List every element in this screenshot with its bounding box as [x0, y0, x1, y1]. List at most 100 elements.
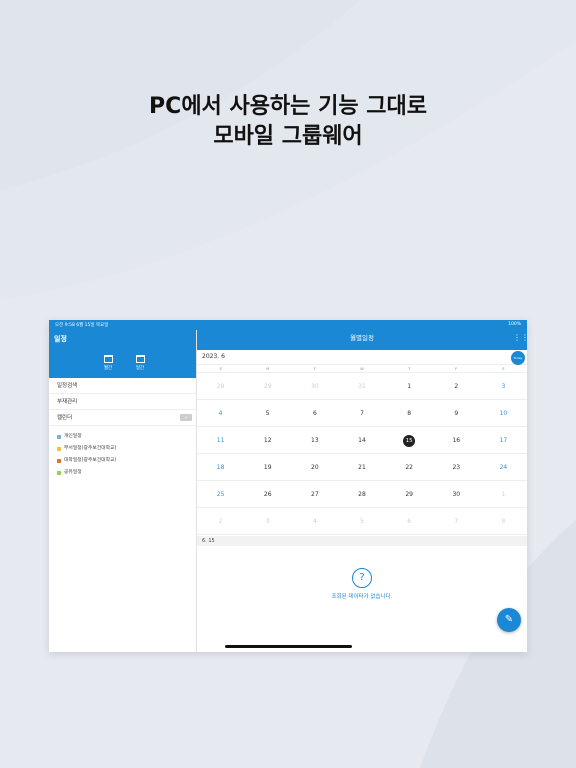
calendar-day-cell[interactable]: 6	[385, 508, 433, 535]
calendar-day-cell[interactable]: 23	[432, 454, 480, 481]
calendar-item-label: 개인일정	[64, 434, 82, 439]
calendar-day-cell[interactable]: 31	[338, 373, 386, 400]
headline-line1: PC에서 사용하는 기능 그대로	[149, 94, 427, 119]
selected-date-bar: 6. 15	[197, 536, 527, 546]
menu-item-search[interactable]: 일정검색	[49, 378, 196, 394]
weekday-label: M	[266, 367, 270, 371]
weekday-header: SMTWTFS	[197, 365, 527, 373]
color-swatch	[57, 435, 61, 439]
monthly-view-button[interactable]: 월간	[102, 355, 114, 371]
calendar-day-cell[interactable]: 8	[385, 400, 433, 427]
calendar-day-cell[interactable]: 21	[338, 454, 386, 481]
menu-item-absence[interactable]: 부재관리	[49, 394, 196, 410]
weekday-label: T	[313, 367, 316, 371]
sidebar: 일정 월간 일간 일정검색 부재관리 캘린더 + 개인일정 부서일정(광주보건대학…	[49, 330, 197, 652]
calendar-day-cell[interactable]: 16	[432, 427, 480, 454]
status-time: 오전 9:58 6월 15일 목요일	[55, 323, 109, 328]
weekday-label: S	[502, 367, 505, 371]
calendar-day-cell[interactable]: 9	[432, 400, 480, 427]
page-title: 월별일정	[350, 334, 374, 342]
calendar-day-cell[interactable]: 2	[197, 508, 245, 535]
month-label[interactable]: 2023. 6	[202, 353, 225, 360]
daily-view-button[interactable]: 일간	[134, 355, 146, 371]
sidebar-title: 일정	[54, 335, 67, 343]
pencil-icon: ✎	[504, 614, 514, 625]
main-panel: 월별일정 ⋮⋮⋮ 2023. 6 Today SMTWTFS 282930311…	[197, 330, 527, 652]
calendar-day-cell[interactable]: 17	[479, 427, 527, 454]
today-button[interactable]: Today	[511, 351, 525, 365]
empty-text: 조회된 데이터가 없습니다.	[331, 594, 393, 600]
daily-view-label: 일간	[135, 366, 145, 371]
calendar-day-cell[interactable]: 27	[291, 481, 339, 508]
menu-item-label: 부재관리	[57, 399, 78, 405]
calendar-icon	[103, 355, 113, 363]
calendar-day-cell[interactable]: 12	[244, 427, 292, 454]
calendar-day-cell[interactable]: 5	[338, 508, 386, 535]
calendar-day-cell[interactable]: 6	[291, 400, 339, 427]
calendar-day-cell[interactable]: 1	[479, 481, 527, 508]
color-swatch	[57, 447, 61, 451]
calendar-day-cell[interactable]: 15	[385, 427, 433, 454]
calendar-day-cell[interactable]: 28	[197, 373, 245, 400]
question-icon: ?	[352, 568, 372, 588]
menu-item-label: 캘린더	[57, 415, 73, 421]
calendar-day-cell[interactable]: 18	[197, 454, 245, 481]
headline: PC에서 사용하는 기능 그대로 모바일 그룹웨어	[0, 92, 576, 152]
calendar-day-cell[interactable]: 13	[291, 427, 339, 454]
calendar-day-cell[interactable]: 19	[244, 454, 292, 481]
weekday-label: S	[219, 367, 222, 371]
calendar-day-cell[interactable]: 30	[291, 373, 339, 400]
calendar-day-cell[interactable]: 29	[244, 373, 292, 400]
headline-line2: 모바일 그룹웨어	[213, 124, 363, 149]
calendar-day-cell[interactable]: 30	[432, 481, 480, 508]
calendar-item-dept[interactable]: 부서일정(광주보건대학교)	[49, 443, 196, 455]
main-header: 월별일정 ⋮⋮⋮	[197, 330, 527, 350]
calendar-day-cell[interactable]: 25	[197, 481, 245, 508]
weekday-label: F	[455, 367, 458, 371]
weekday-label: W	[360, 367, 364, 371]
calendar-list: 개인일정 부서일정(광주보건대학교) 대학일정(광주보건대학교) 공유일정	[49, 426, 196, 479]
calendar-day-cell[interactable]: 26	[244, 481, 292, 508]
calendar-day-cell[interactable]: 24	[479, 454, 527, 481]
color-swatch	[57, 471, 61, 475]
app-grid-icon[interactable]: ⋮⋮⋮	[513, 333, 527, 343]
calendar-day-icon	[135, 355, 145, 363]
calendar-day-cell[interactable]: 4	[291, 508, 339, 535]
calendar-day-cell[interactable]: 7	[432, 508, 480, 535]
calendar-day-cell[interactable]: 14	[338, 427, 386, 454]
status-bar: 오전 9:58 6월 15일 목요일 100%	[49, 320, 527, 330]
calendar-item-shared[interactable]: 공유일정	[49, 467, 196, 479]
menu-item-label: 일정검색	[57, 383, 78, 389]
tablet-screen: 오전 9:58 6월 15일 목요일 100% 일정 월간 일간 일정검색 부재…	[49, 320, 527, 652]
color-swatch	[57, 459, 61, 463]
calendar-item-label: 부서일정(광주보건대학교)	[64, 446, 117, 451]
month-bar: 2023. 6 Today	[197, 350, 527, 365]
monthly-view-label: 월간	[103, 366, 113, 371]
calendar-day-cell[interactable]: 10	[479, 400, 527, 427]
calendar-day-cell[interactable]: 11	[197, 427, 245, 454]
calendar-day-cell[interactable]: 3	[479, 373, 527, 400]
calendar-item-label: 공유일정	[64, 470, 82, 475]
calendar-day-cell[interactable]: 29	[385, 481, 433, 508]
calendar-item-personal[interactable]: 개인일정	[49, 431, 196, 443]
sidebar-header: 일정 월간 일간	[49, 330, 196, 378]
calendar-day-cell[interactable]: 8	[479, 508, 527, 535]
today-marker: 15	[403, 435, 416, 447]
calendar-day-cell[interactable]: 5	[244, 400, 292, 427]
empty-state: ? 조회된 데이터가 없습니다.	[197, 568, 527, 600]
weekday-label: T	[408, 367, 411, 371]
menu-item-calendar[interactable]: 캘린더 +	[49, 410, 196, 426]
calendar-day-cell[interactable]: 1	[385, 373, 433, 400]
calendar-day-cell[interactable]: 3	[244, 508, 292, 535]
calendar-item-label: 대학일정(광주보건대학교)	[64, 458, 117, 463]
calendar-item-univ[interactable]: 대학일정(광주보건대학교)	[49, 455, 196, 467]
calendar-day-cell[interactable]: 20	[291, 454, 339, 481]
battery-status: 100%	[508, 322, 521, 327]
calendar-day-cell[interactable]: 4	[197, 400, 245, 427]
calendar-day-cell[interactable]: 28	[338, 481, 386, 508]
calendar-day-cell[interactable]: 7	[338, 400, 386, 427]
write-button[interactable]: ✎	[497, 608, 521, 632]
calendar-day-cell[interactable]: 22	[385, 454, 433, 481]
calendar-day-cell[interactable]: 2	[432, 373, 480, 400]
add-calendar-button[interactable]: +	[180, 414, 192, 421]
